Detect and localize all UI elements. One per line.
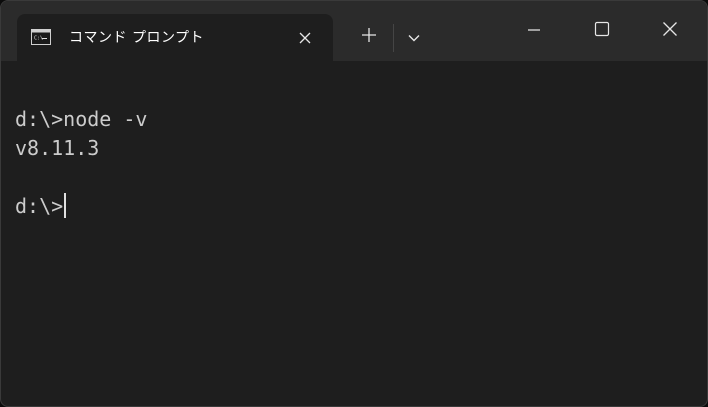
close-icon <box>662 21 678 41</box>
tab-command-prompt[interactable]: C:\ コマンド プロンプト <box>17 14 333 61</box>
window-close-button[interactable] <box>647 1 693 61</box>
terminal-prompt-line: d:\> <box>15 192 693 221</box>
terminal-prompt: d:\> <box>15 194 64 218</box>
tab-close-icon[interactable] <box>293 26 317 50</box>
terminal-window: C:\ コマンド プロンプト d:\>node -v v8.11.3 d:\> <box>0 0 708 407</box>
maximize-icon <box>594 21 610 41</box>
terminal-line-command: d:\>node -v <box>15 107 148 131</box>
terminal-output[interactable]: d:\>node -v v8.11.3 d:\> <box>15 105 693 396</box>
plus-icon <box>361 27 377 47</box>
minimize-icon <box>527 22 541 41</box>
tab-dropdown-button[interactable] <box>399 23 429 51</box>
chevron-down-icon <box>407 28 421 47</box>
text-cursor <box>64 193 67 218</box>
new-tab-button[interactable] <box>353 23 385 51</box>
tab-title: コマンド プロンプト <box>69 30 205 46</box>
command-prompt-icon: C:\ <box>31 29 51 45</box>
svg-text:C:\: C:\ <box>34 36 43 42</box>
title-bar[interactable]: C:\ コマンド プロンプト <box>1 1 707 61</box>
minimize-button[interactable] <box>511 1 557 61</box>
maximize-button[interactable] <box>579 1 625 61</box>
terminal-line-output: v8.11.3 <box>15 136 100 160</box>
toolbar-divider <box>393 24 394 52</box>
